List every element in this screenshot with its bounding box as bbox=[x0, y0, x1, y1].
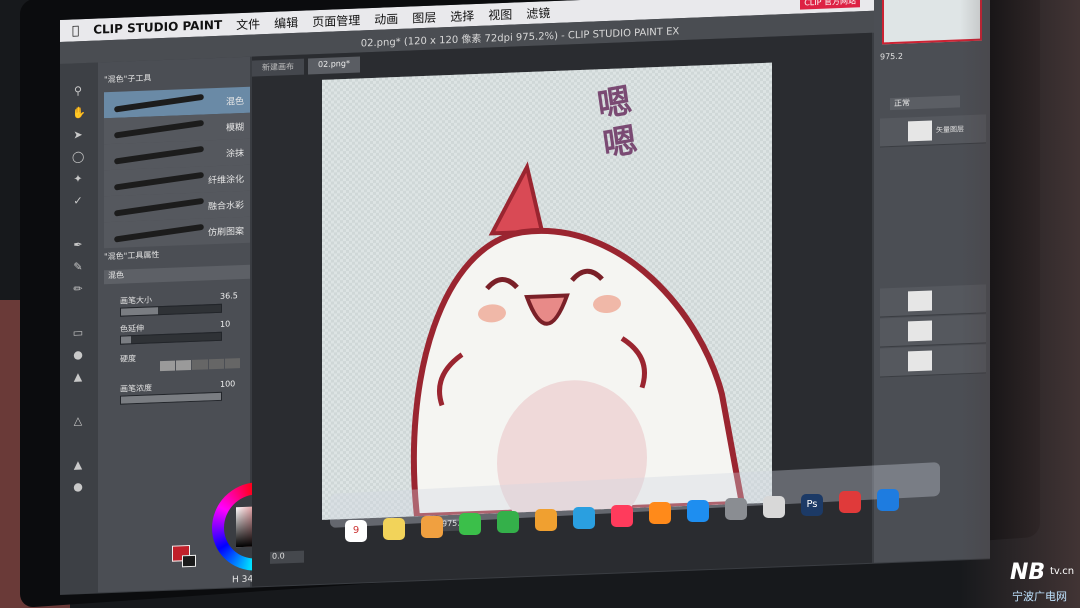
photos-icon[interactable] bbox=[421, 515, 443, 538]
chick-comb bbox=[488, 161, 545, 236]
density-value[interactable]: 100 bbox=[220, 379, 235, 389]
settings-icon[interactable] bbox=[725, 498, 747, 520]
hardness-step[interactable] bbox=[208, 358, 224, 370]
stretch-fill bbox=[121, 336, 131, 344]
photoshop-icon[interactable]: Ps bbox=[801, 493, 823, 516]
balloon-tool-icon[interactable]: ● bbox=[72, 480, 84, 493]
app-name[interactable]: CLIP STUDIO PAINT bbox=[93, 18, 222, 37]
brush-stroke-preview bbox=[113, 119, 205, 139]
menu-page[interactable]: 页面管理 bbox=[312, 11, 360, 30]
tab-02-png[interactable]: 02.png* bbox=[308, 56, 360, 75]
brush-tool-icon[interactable]: ✏ bbox=[72, 282, 84, 295]
fill-tool-icon[interactable]: ▲ bbox=[72, 370, 84, 383]
tool-palette: ⚲ ✋ ➤ ◯ ✦ ✓ ✒ ✎ ✏ ▭ ● ▲ △ ▲ ● bbox=[60, 62, 98, 595]
wand-tool-icon[interactable]: ✦ bbox=[72, 172, 84, 185]
canvas-rotate-field[interactable]: 0.0 bbox=[270, 550, 304, 564]
brush-stroke-preview bbox=[113, 223, 205, 243]
brush-stroke-preview bbox=[113, 93, 205, 113]
menu-view[interactable]: 视图 bbox=[488, 5, 512, 23]
apple-icon[interactable]:  bbox=[72, 23, 79, 37]
brush-label: 仿刷图案 bbox=[207, 226, 244, 239]
layer-thumbnail bbox=[908, 120, 932, 142]
layer-thumbnail bbox=[908, 350, 932, 372]
photo-edge-shadow bbox=[960, 0, 1080, 608]
brush-label: 混色 bbox=[225, 96, 244, 108]
pages-icon[interactable] bbox=[535, 509, 557, 531]
navigator-zoom-value[interactable]: 975.2 bbox=[880, 52, 903, 62]
appstore-icon[interactable] bbox=[687, 500, 709, 523]
facetime-icon[interactable] bbox=[497, 511, 519, 534]
watermark-logo: NB bbox=[1010, 560, 1046, 585]
menu-animation[interactable]: 动画 bbox=[374, 10, 398, 28]
books-icon[interactable] bbox=[649, 502, 671, 525]
stretch-label: 色延伸 bbox=[120, 323, 144, 334]
brush-stroke-preview bbox=[113, 145, 205, 165]
sub-color-swatch[interactable] bbox=[182, 554, 196, 568]
select-tool-icon[interactable]: ➤ bbox=[72, 128, 84, 141]
notes-icon[interactable] bbox=[383, 517, 405, 540]
zoom-tool-icon[interactable]: ⚲ bbox=[72, 84, 84, 97]
hardness-step[interactable] bbox=[176, 359, 192, 371]
calendar-icon[interactable]: 9 bbox=[345, 520, 367, 542]
menu-layer[interactable]: 图层 bbox=[412, 8, 436, 26]
pen-tool-icon[interactable]: ✒ bbox=[72, 238, 84, 251]
brush-label: 涂抹 bbox=[225, 148, 244, 160]
music-icon[interactable] bbox=[611, 504, 633, 527]
official-site-button[interactable]: CLIP 官方网站 bbox=[800, 0, 860, 10]
chick-illustration bbox=[410, 161, 746, 520]
hand-tool-icon[interactable]: ✋ bbox=[72, 106, 86, 120]
eraser-tool-icon[interactable]: ▭ bbox=[72, 326, 84, 339]
hardness-step[interactable] bbox=[192, 359, 208, 370]
brush-stroke-preview bbox=[113, 171, 205, 191]
clipstudio-icon[interactable] bbox=[763, 495, 785, 518]
numbers-icon[interactable] bbox=[573, 506, 595, 529]
blend-tool-icon[interactable]: ● bbox=[72, 348, 84, 361]
watermark-suffix: tv.cn bbox=[1050, 566, 1075, 577]
brush-label: 模糊 bbox=[225, 122, 244, 134]
hardness-step[interactable] bbox=[160, 360, 176, 372]
brush-label: 融合水彩 bbox=[207, 200, 244, 213]
brush-size-label: 画笔大小 bbox=[120, 295, 152, 306]
density-label: 画笔浓度 bbox=[120, 383, 152, 394]
menu-edit[interactable]: 编辑 bbox=[274, 13, 298, 31]
layer-thumbnail bbox=[908, 290, 932, 312]
brush-label: 纤维涂化 bbox=[207, 174, 244, 187]
artboard[interactable] bbox=[322, 62, 772, 520]
figure-tool-icon[interactable]: △ bbox=[72, 414, 84, 427]
menu-select[interactable]: 选择 bbox=[450, 7, 474, 25]
creative-cloud-icon[interactable] bbox=[839, 491, 861, 514]
hardness-step[interactable] bbox=[224, 358, 241, 369]
stretch-value[interactable]: 10 bbox=[220, 319, 230, 328]
watermark-name: 宁波广电网 bbox=[1012, 590, 1067, 603]
text-tool-icon[interactable]: ▲ bbox=[72, 458, 84, 471]
watermark: NB tv.cn 宁波广电网 bbox=[1010, 560, 1080, 608]
menu-file[interactable]: 文件 bbox=[236, 15, 260, 33]
menu-filter[interactable]: 滤镜 bbox=[526, 4, 550, 22]
brush-size-value[interactable]: 36.5 bbox=[220, 291, 238, 301]
messages-icon[interactable] bbox=[459, 513, 481, 536]
pencil-tool-icon[interactable]: ✎ bbox=[72, 260, 84, 273]
brush-stroke-preview bbox=[113, 197, 205, 217]
brush-size-fill bbox=[121, 307, 158, 316]
eyedropper-icon[interactable]: ✓ bbox=[72, 194, 84, 207]
hardness-label: 硬度 bbox=[120, 354, 136, 364]
teamviewer-icon[interactable] bbox=[877, 489, 899, 512]
tab-new-canvas[interactable]: 新建画布 bbox=[252, 58, 304, 77]
lasso-tool-icon[interactable]: ◯ bbox=[72, 150, 84, 163]
layer-thumbnail bbox=[908, 320, 932, 342]
